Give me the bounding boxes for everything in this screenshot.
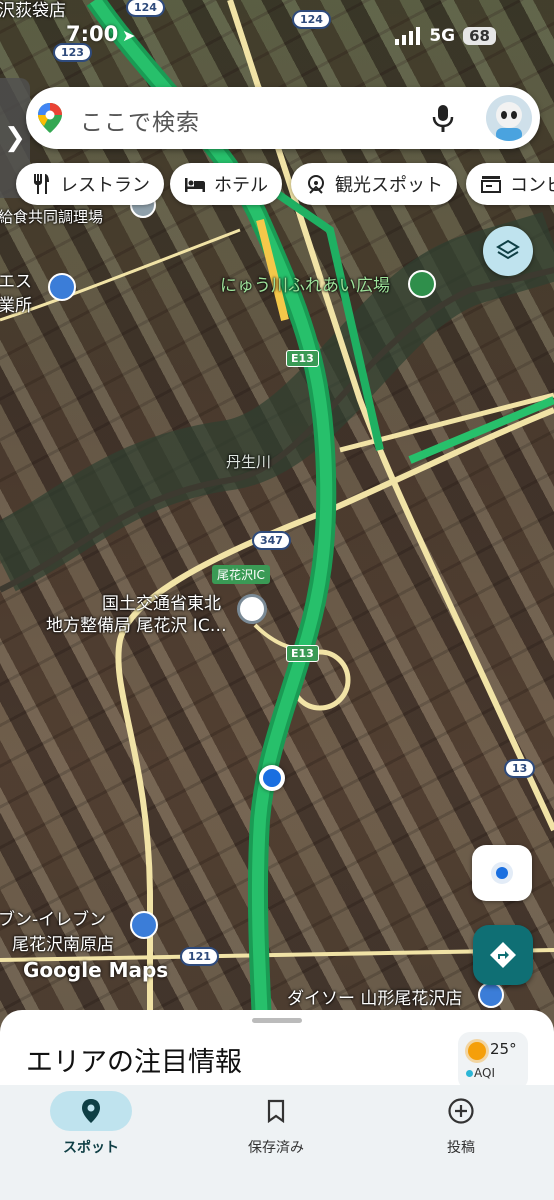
- nav-pill: [420, 1091, 502, 1131]
- microphone-icon[interactable]: [430, 103, 456, 133]
- category-chips: レストラン ホテル 観光スポット コンビ: [0, 163, 554, 205]
- attraction-icon: [308, 175, 324, 194]
- signal-icon: [395, 27, 421, 45]
- nav-label: 保存済み: [248, 1140, 304, 1156]
- network-type: 5G: [429, 26, 456, 46]
- nav-contribute[interactable]: 投稿: [394, 1085, 534, 1175]
- map-label-daiso: ダイソー 山形尾花沢店: [287, 989, 463, 1009]
- temperature: 25°: [490, 1040, 517, 1058]
- layers-icon: [496, 239, 520, 260]
- pin-icon: [82, 1099, 100, 1123]
- ic-badge: 尾花沢IC: [212, 565, 270, 584]
- route-shield-347: 347: [252, 531, 291, 550]
- poi-pin-business[interactable]: [48, 273, 76, 301]
- search-bar[interactable]: ここで検索: [26, 87, 540, 149]
- map-label-school-lunch: 給食共同調理場: [0, 208, 104, 226]
- maps-screen: 沢荻袋店 給食共同調理場 エス 業所 にゅう川ふれあい広場 丹生川 国土交通省東…: [0, 0, 554, 1200]
- chip-label: コンビ: [510, 175, 554, 196]
- sun-icon: [468, 1042, 486, 1060]
- chip-restaurant[interactable]: レストラン: [16, 163, 164, 205]
- route-shield-124: 124: [126, 0, 165, 17]
- sheet-drag-handle[interactable]: [252, 1018, 302, 1023]
- map-label-es: エス: [0, 272, 32, 292]
- chevron-right-icon: ❯: [4, 123, 26, 153]
- maps-pin-logo-icon: [38, 103, 62, 133]
- google-maps-logo: Google Maps: [23, 958, 169, 982]
- map-label-business: 業所: [0, 296, 32, 316]
- expressway-shield-e13: E13: [286, 350, 319, 367]
- poi-pin-daiso[interactable]: [478, 982, 504, 1008]
- chip-attractions[interactable]: 観光スポット: [291, 163, 457, 205]
- search-input[interactable]: ここで検索: [80, 103, 200, 137]
- weather-widget[interactable]: 25° AQI: [458, 1032, 528, 1090]
- chip-convenience[interactable]: コンビ: [466, 163, 554, 205]
- chip-label: ホテル: [214, 175, 268, 196]
- map-label-seven-1: ブン-イレブン: [0, 910, 107, 930]
- store-icon: [481, 176, 501, 193]
- directions-button[interactable]: [473, 925, 533, 985]
- sheet-title: エリアの注目情報: [26, 1047, 242, 1078]
- chip-hotel[interactable]: ホテル: [170, 163, 282, 205]
- robot-avatar-icon: [496, 102, 522, 141]
- nav-label: 投稿: [447, 1140, 475, 1156]
- status-time: 7:00: [66, 22, 119, 46]
- status-icons: 5G 68: [395, 26, 496, 46]
- aqi-dot-icon: [466, 1070, 473, 1077]
- map-label-seven-2: 尾花沢南原店: [12, 935, 114, 955]
- bed-icon: [185, 178, 205, 192]
- chip-label: 観光スポット: [335, 175, 443, 196]
- nav-pill-active: [50, 1091, 132, 1131]
- aqi-label: AQI: [474, 1066, 495, 1080]
- navigation-arrow-icon: ➤: [122, 26, 136, 45]
- bottom-navigation: スポット 保存済み 投稿: [0, 1085, 554, 1200]
- directions-icon: [490, 942, 516, 968]
- status-bar: 7:00 ➤ 5G 68: [0, 22, 554, 52]
- layers-button[interactable]: [483, 226, 533, 276]
- chip-label: レストラン: [60, 175, 150, 196]
- poi-pin-park[interactable]: [408, 270, 436, 298]
- map-label-park: にゅう川ふれあい広場: [220, 276, 390, 296]
- route-shield-13: 13: [504, 759, 536, 778]
- map-label-river: 丹生川: [226, 453, 272, 471]
- nav-saved[interactable]: 保存済み: [209, 1085, 349, 1175]
- nav-spots[interactable]: スポット: [24, 1085, 164, 1175]
- nav-pill: [235, 1091, 317, 1131]
- battery-indicator: 68: [463, 27, 496, 45]
- my-location-button[interactable]: [472, 845, 532, 901]
- add-circle-icon: [448, 1098, 474, 1124]
- my-location-icon: [491, 862, 513, 884]
- current-location-dot: [259, 765, 285, 791]
- bookmark-icon: [267, 1099, 285, 1123]
- nav-label: スポット: [63, 1140, 119, 1156]
- avatar[interactable]: [486, 95, 532, 141]
- map-label-office-2: 地方整備局 尾花沢 IC…: [46, 616, 227, 636]
- expressway-shield-e13: E13: [286, 645, 319, 662]
- restaurant-icon: [34, 174, 49, 194]
- map-label-store-top: 沢荻袋店: [0, 1, 66, 21]
- poi-pin-office[interactable]: [237, 594, 267, 624]
- poi-pin-seven[interactable]: [130, 911, 158, 939]
- route-shield-121: 121: [180, 947, 219, 966]
